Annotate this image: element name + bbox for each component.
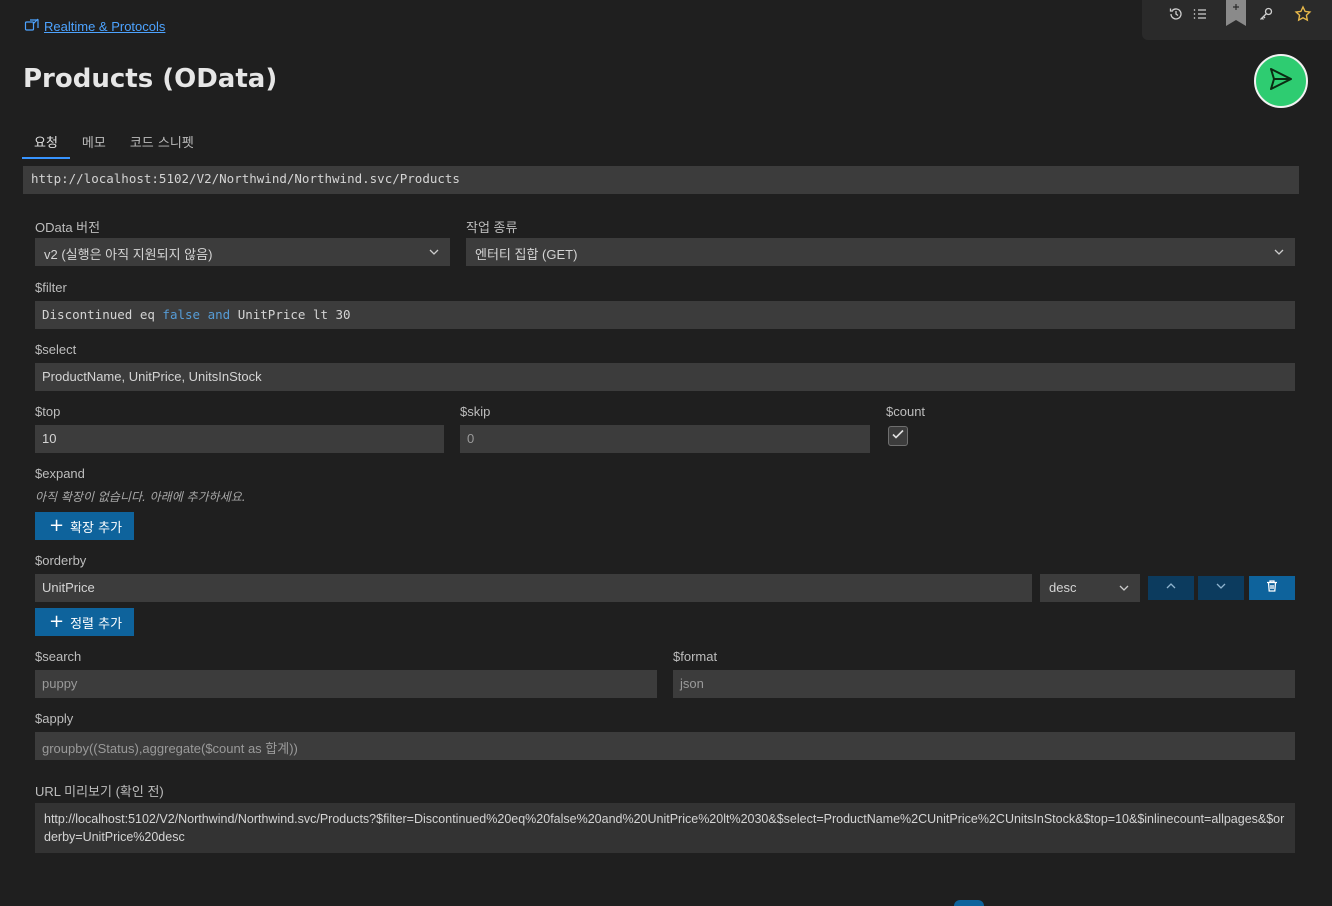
- format-label: $format: [673, 649, 718, 664]
- trash-icon: [1265, 579, 1279, 597]
- odata-version-value: v2 (실행은 아직 지원되지 않음): [44, 247, 213, 262]
- add-orderby-button[interactable]: + 정렬 추가: [35, 608, 135, 636]
- send-icon: [1268, 66, 1294, 96]
- link-icon: [24, 17, 40, 36]
- breadcrumb: Realtime & Protocols: [24, 17, 165, 36]
- format-input[interactable]: json: [673, 670, 1295, 698]
- add-orderby-label: 정렬 추가: [70, 616, 123, 632]
- breadcrumb-link[interactable]: Realtime & Protocols: [44, 19, 165, 34]
- operation-value: 엔터티 집합 (GET): [475, 247, 578, 262]
- count-label: $count: [886, 404, 926, 419]
- count-checkbox[interactable]: [888, 426, 908, 446]
- filter-token: UnitPrice lt 30: [230, 307, 351, 322]
- star-icon[interactable]: [1293, 4, 1313, 24]
- operation-select[interactable]: 엔터티 집합 (GET): [466, 238, 1295, 266]
- odata-version-select[interactable]: v2 (실행은 아직 지원되지 않음): [35, 238, 450, 266]
- add-expand-label: 확장 추가: [70, 520, 123, 536]
- move-up-button[interactable]: [1148, 576, 1194, 600]
- url-preview-label: URL 미리보기 (확인 전): [35, 784, 164, 799]
- orderby-direction-value: desc: [1049, 580, 1077, 595]
- top-toolbar: [1142, 0, 1332, 40]
- chevron-down-icon: [428, 246, 440, 258]
- chevron-down-icon: [1273, 246, 1285, 258]
- list-icon[interactable]: [1190, 4, 1210, 24]
- search-label: $search: [35, 649, 82, 664]
- filter-token: Discontinued eq: [42, 307, 163, 322]
- apply-input[interactable]: groupby((Status),aggregate($count as 합계)…: [35, 732, 1295, 760]
- operation-label: 작업 종류: [466, 220, 518, 235]
- send-button[interactable]: [1254, 54, 1308, 108]
- select-label: $select: [35, 342, 77, 357]
- filter-input[interactable]: Discontinued eq false and UnitPrice lt 3…: [35, 301, 1295, 329]
- expand-hint: 아직 확장이 없습니다. 아래에 추가하세요.: [35, 490, 246, 504]
- request-url-input[interactable]: http://localhost:5102/V2/Northwind/North…: [23, 166, 1299, 194]
- top-input[interactable]: 10: [35, 425, 444, 453]
- skip-label: $skip: [460, 404, 491, 419]
- delete-orderby-button[interactable]: [1249, 576, 1295, 600]
- orderby-label: $orderby: [35, 553, 87, 568]
- move-down-button[interactable]: [1198, 576, 1244, 600]
- add-expand-button[interactable]: + 확장 추가: [35, 512, 135, 540]
- odata-version-label: OData 버전: [35, 220, 101, 235]
- filter-token: [200, 307, 208, 322]
- top-label: $top: [35, 404, 61, 419]
- select-input[interactable]: ProductName, UnitPrice, UnitsInStock: [35, 363, 1295, 391]
- plus-icon: +: [49, 611, 65, 632]
- tab-bar: 요청 메모 코드 스니펫: [22, 128, 206, 159]
- skip-input[interactable]: 0: [460, 425, 870, 453]
- expand-label: $expand: [35, 466, 85, 481]
- filter-keyword: and: [207, 307, 231, 322]
- key-icon[interactable]: [1256, 4, 1276, 24]
- filter-label: $filter: [35, 280, 67, 295]
- chevron-up-icon: [1165, 580, 1177, 596]
- tab-request[interactable]: 요청: [22, 128, 70, 159]
- tab-notes[interactable]: 메모: [70, 128, 118, 159]
- chevron-down-icon: [1118, 582, 1130, 594]
- scroll-indicator: [954, 900, 984, 906]
- check-icon: [891, 427, 905, 445]
- page-title: Products (OData): [23, 64, 278, 94]
- orderby-field-input[interactable]: UnitPrice: [35, 574, 1032, 602]
- bookmark-icon[interactable]: [1226, 0, 1246, 26]
- search-input[interactable]: puppy: [35, 670, 657, 698]
- filter-keyword: false: [162, 307, 201, 322]
- orderby-direction-select[interactable]: desc: [1040, 574, 1140, 602]
- history-icon[interactable]: [1166, 4, 1186, 24]
- apply-label: $apply: [35, 711, 74, 726]
- chevron-down-icon: [1215, 580, 1227, 596]
- url-preview: http://localhost:5102/V2/Northwind/North…: [35, 803, 1295, 853]
- tab-code-snippet[interactable]: 코드 스니펫: [118, 128, 206, 159]
- plus-icon: +: [49, 515, 65, 536]
